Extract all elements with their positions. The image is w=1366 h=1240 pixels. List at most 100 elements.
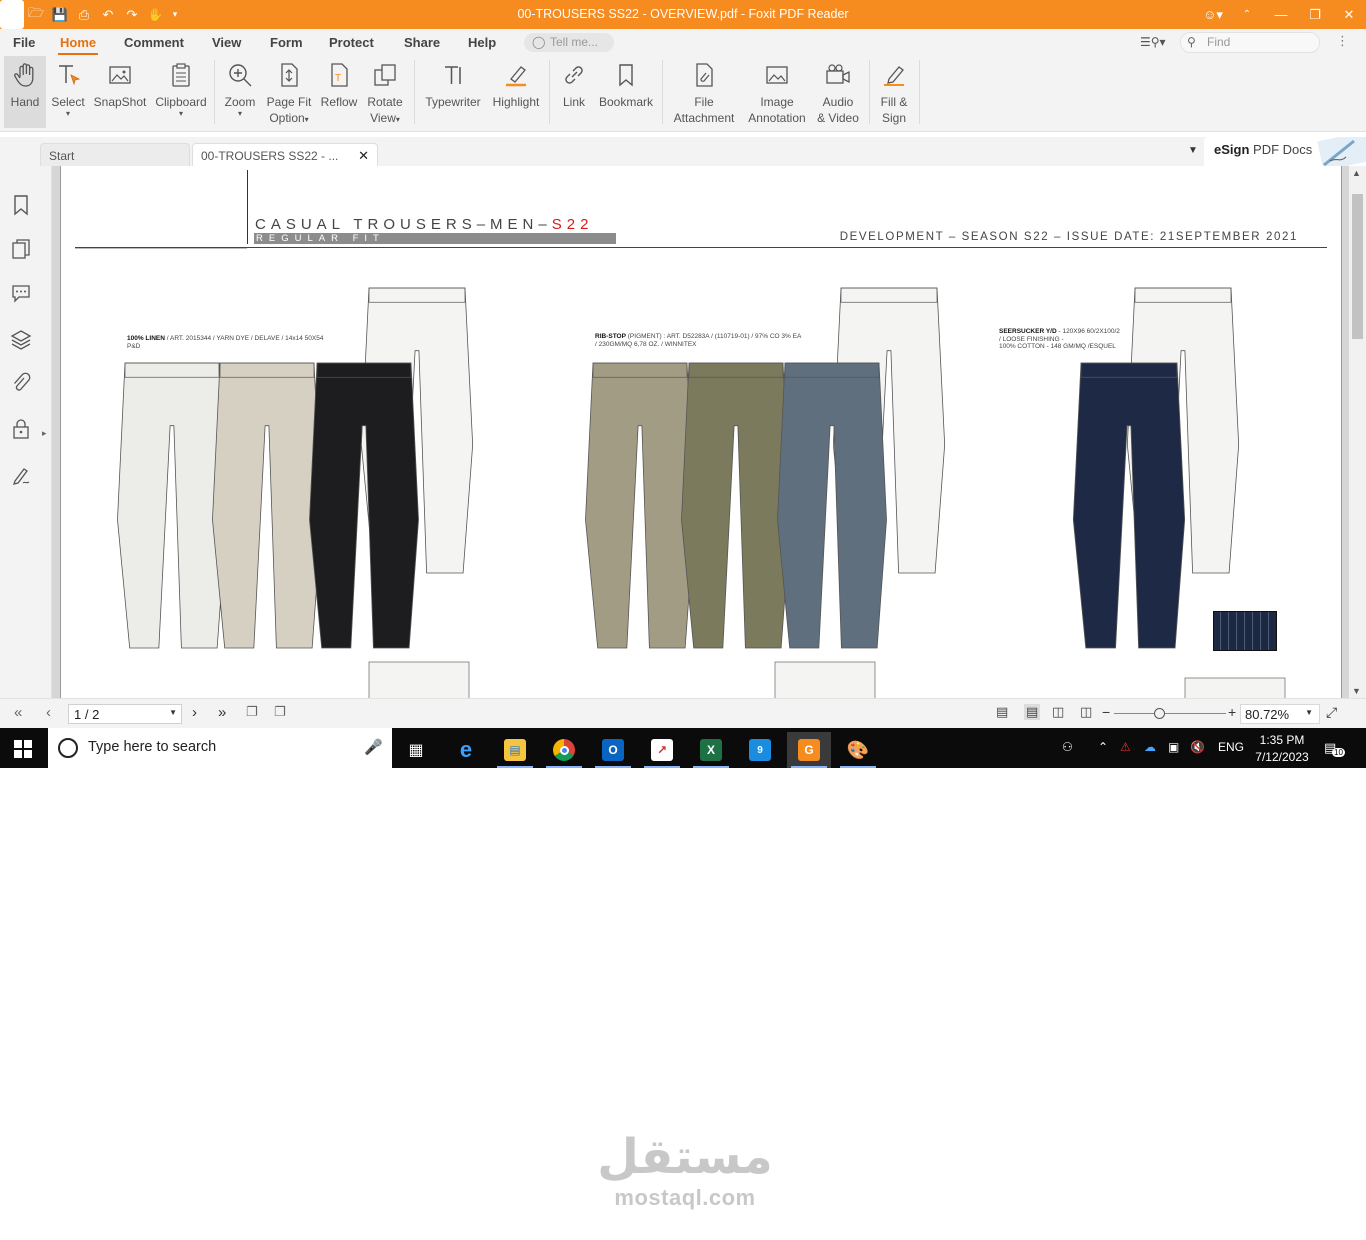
close-button[interactable]: ✕ — [1332, 0, 1366, 29]
volume-muted-icon[interactable]: 🔇 — [1190, 740, 1205, 754]
edge-browser-icon[interactable]: e — [444, 732, 488, 768]
next-view-icon[interactable]: ❐ — [274, 704, 286, 720]
first-page-icon[interactable]: « — [14, 704, 22, 721]
tab-current-document[interactable]: 00-TROUSERS SS22 - ... ✕ — [192, 143, 378, 166]
zoom-out-icon[interactable]: − — [1102, 704, 1110, 720]
clipboard-button[interactable]: Clipboard ▾ — [153, 56, 209, 128]
outlook-icon[interactable]: O — [591, 732, 635, 768]
chrome-icon[interactable] — [542, 732, 586, 768]
tab-list-dropdown-icon[interactable]: ▼ — [1188, 145, 1198, 156]
people-icon[interactable]: ⚇ — [1062, 740, 1073, 754]
page-fit-option-button[interactable]: Page Fit Option▾ — [263, 56, 315, 128]
fullscreen-icon[interactable]: ⤢ — [1326, 704, 1337, 721]
previous-view-icon[interactable]: ❐ — [246, 704, 258, 720]
tab-form[interactable]: Form — [270, 35, 303, 50]
tab-share[interactable]: Share — [404, 35, 440, 50]
bookmark-panel-icon[interactable] — [10, 194, 32, 216]
signature-panel-icon[interactable] — [10, 464, 32, 486]
continuous-facing-icon[interactable]: ◫ — [1080, 704, 1092, 720]
pages-panel-icon[interactable] — [10, 238, 32, 260]
tab-help[interactable]: Help — [468, 35, 496, 50]
single-page-icon[interactable]: ▤ — [996, 704, 1008, 720]
minimize-button[interactable]: — — [1264, 0, 1298, 29]
next-page-icon[interactable]: › — [192, 704, 197, 721]
expand-panel-icon[interactable]: ▸ — [42, 428, 47, 439]
scroll-down-icon[interactable]: ▼ — [1352, 686, 1361, 696]
zoom-slider[interactable] — [1114, 708, 1226, 719]
page-number-input[interactable]: 1 / 2 ▼ — [68, 704, 182, 724]
vertical-scrollbar[interactable]: ▲ ▼ — [1349, 166, 1366, 698]
hand-tool-button[interactable]: Hand — [4, 56, 46, 128]
microphone-icon[interactable]: 🎤 — [364, 738, 383, 756]
select-tool-button[interactable]: Select ▾ — [48, 56, 88, 128]
close-tab-icon[interactable]: ✕ — [358, 148, 369, 164]
typewriter-button[interactable]: Typewriter — [420, 56, 486, 128]
account-icon[interactable]: ☺▾ — [1196, 0, 1230, 29]
security-alert-icon[interactable]: ⚠ — [1120, 740, 1131, 754]
task-view-icon[interactable]: ▦ — [394, 732, 438, 768]
document-viewport[interactable]: CASUAL TROUSERS–MEN–S22 REGULAR FIT DEVE… — [52, 166, 1349, 698]
attachments-panel-icon[interactable] — [10, 372, 32, 394]
ribbon-collapse-icon[interactable]: ⌃ — [1230, 0, 1264, 29]
file-attachment-button[interactable]: File Attachment — [668, 56, 740, 128]
customize-dropdown-icon[interactable]: ▾ — [168, 0, 182, 29]
redo-icon[interactable]: ↷ — [120, 0, 144, 29]
tab-start[interactable]: Start — [40, 143, 190, 166]
zoom-in-icon[interactable]: + — [1228, 704, 1236, 720]
zoom-button[interactable]: Zoom ▾ — [220, 56, 260, 128]
show-hidden-icons[interactable]: ⌃ — [1098, 740, 1108, 754]
paint-icon[interactable]: 🎨 — [836, 732, 880, 768]
fill-sign-button[interactable]: Fill & Sign — [873, 56, 915, 128]
restore-button[interactable]: ❐ — [1298, 0, 1332, 29]
find-input[interactable]: ⚲ Find — [1180, 32, 1320, 53]
scroll-up-icon[interactable]: ▲ — [1352, 168, 1361, 178]
facing-page-icon[interactable]: ◫ — [1052, 704, 1064, 720]
presentation-icon[interactable]: ↗ — [640, 732, 684, 768]
network-icon[interactable]: ▣ — [1168, 740, 1179, 754]
hand-tool-quick-icon[interactable]: ✋ — [144, 0, 168, 29]
rotate-view-button[interactable]: Rotate View▾ — [362, 56, 408, 128]
zoom-slider-knob[interactable] — [1154, 708, 1165, 719]
audio-video-button[interactable]: Audio & Video — [813, 56, 863, 128]
store-icon[interactable]: 9 — [738, 732, 782, 768]
onedrive-icon[interactable]: ☁ — [1144, 740, 1156, 754]
open-file-icon[interactable]: 🗁 — [24, 0, 48, 29]
zoom-level-input[interactable]: 80.72% ▼ — [1240, 704, 1320, 724]
highlight-button[interactable]: Highlight — [488, 56, 544, 128]
tell-me-input[interactable]: ◯ Tell me... — [524, 33, 614, 52]
scroll-thumb[interactable] — [1352, 194, 1363, 339]
file-explorer-icon[interactable]: ▤ — [493, 732, 537, 768]
tab-comment[interactable]: Comment — [124, 35, 184, 50]
continuous-page-icon[interactable]: ▤ — [1024, 704, 1041, 720]
previous-page-icon[interactable]: ‹ — [46, 704, 51, 721]
undo-icon[interactable]: ↶ — [96, 0, 120, 29]
print-icon[interactable]: ⎙ — [72, 0, 96, 29]
bookmark-button[interactable]: Bookmark — [596, 56, 656, 128]
tab-protect[interactable]: Protect — [329, 35, 374, 50]
comments-panel-icon[interactable] — [10, 282, 32, 304]
more-options-icon[interactable]: ⋮ — [1336, 33, 1349, 49]
zoom-dropdown-icon[interactable]: ▼ — [1305, 708, 1313, 717]
reflow-button[interactable]: T Reflow — [318, 56, 360, 128]
layers-panel-icon[interactable] — [10, 328, 32, 350]
tab-view[interactable]: View — [212, 35, 241, 50]
tab-file[interactable]: File — [13, 35, 35, 50]
tab-home[interactable]: Home — [57, 35, 99, 55]
notification-center-icon[interactable]: ▤ 10 — [1324, 740, 1345, 757]
image-annotation-button[interactable]: Image Annotation — [742, 56, 812, 128]
save-icon[interactable]: 💾 — [48, 0, 72, 29]
esign-banner[interactable]: eSign PDF Docs — [1204, 137, 1366, 166]
taskbar-search-input[interactable]: Type here to search 🎤 — [48, 728, 392, 768]
language-indicator[interactable]: ENG — [1218, 740, 1244, 754]
last-page-icon[interactable]: » — [218, 704, 226, 721]
clock[interactable]: 1:35 PM 7/12/2023 — [1242, 732, 1322, 766]
link-button[interactable]: Link — [554, 56, 594, 128]
excel-icon[interactable]: X — [689, 732, 733, 768]
rotate-view-icon — [362, 56, 408, 94]
foxit-reader-icon[interactable]: G — [787, 732, 831, 768]
security-panel-icon[interactable] — [10, 418, 32, 440]
search-options-icon[interactable]: ☰⚲▾ — [1140, 35, 1166, 49]
windows-start-icon[interactable] — [14, 740, 32, 758]
page-dropdown-icon[interactable]: ▼ — [169, 708, 177, 717]
snapshot-button[interactable]: SnapShot — [92, 56, 148, 128]
